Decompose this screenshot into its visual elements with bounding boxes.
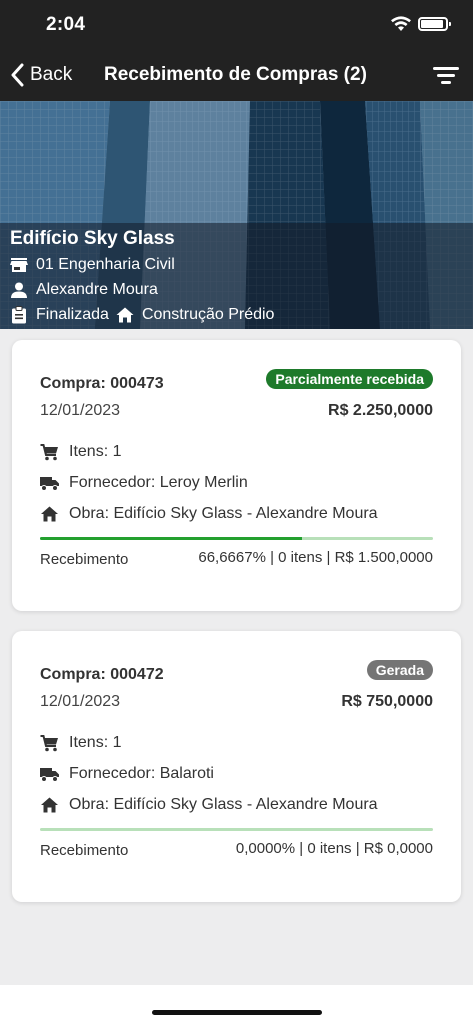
status-badge: Gerada: [366, 660, 433, 680]
receipt-value: 66,6667% | 0 itens | R$ 1.500,0000: [198, 549, 433, 566]
store-icon: [10, 258, 28, 272]
items-count: Itens: 1: [69, 734, 122, 751]
site-name: Obra: Edifício Sky Glass - Alexandre Mou…: [69, 505, 378, 522]
order-date: 12/01/2023: [40, 693, 121, 710]
order-date: 12/01/2023: [40, 402, 121, 419]
site-name: Obra: Edifício Sky Glass - Alexandre Mou…: [69, 796, 378, 813]
project-status: Finalizada: [36, 306, 109, 323]
status-bar: 2:04: [0, 0, 473, 50]
home-icon: [116, 307, 134, 323]
status-row: Finalizada Construção Prédio: [10, 306, 274, 324]
supplier-row: Fornecedor: Balaroti: [40, 765, 214, 783]
project-name: Edifício Sky Glass: [10, 228, 175, 249]
truck-icon: [40, 767, 59, 782]
order-amount: R$ 2.250,0000: [328, 402, 433, 419]
receipt-label: Recebimento: [40, 551, 129, 568]
bottom-bar: [0, 985, 473, 1024]
items-row: Itens: 1: [40, 734, 121, 752]
navigation-bar: Back Recebimento de Compras (2): [0, 50, 473, 101]
company-row: 01 Engenharia Civil: [10, 256, 175, 274]
supplier-row: Fornecedor: Leroy Merlin: [40, 474, 248, 492]
cart-icon: [40, 443, 58, 460]
site-row: Obra: Edifício Sky Glass - Alexandre Mou…: [40, 796, 378, 814]
project-category: Construção Prédio: [141, 306, 275, 323]
receipt-progress-bar: [40, 828, 433, 831]
home-indicator[interactable]: [152, 1010, 322, 1015]
items-row: Itens: 1: [40, 443, 121, 461]
home-icon: [41, 797, 58, 813]
filter-icon[interactable]: [433, 67, 459, 85]
back-label: Back: [30, 64, 73, 85]
order-amount: R$ 750,0000: [341, 693, 433, 710]
battery-icon: [418, 17, 451, 31]
truck-icon: [40, 476, 59, 491]
cart-icon: [40, 734, 58, 751]
receipt-progress-fill: [40, 537, 302, 540]
home-icon: [41, 506, 58, 522]
receipt-value: 0,0000% | 0 itens | R$ 0,0000: [235, 840, 433, 857]
items-count: Itens: 1: [69, 443, 122, 460]
order-card[interactable]: Compra: 000472 Gerada 12/01/2023 R$ 750,…: [12, 631, 461, 902]
chevron-left-icon: [11, 63, 24, 87]
company-name: 01 Engenharia Civil: [36, 256, 175, 273]
wifi-icon: [391, 16, 411, 31]
receipt-label: Recebimento: [40, 842, 129, 859]
back-button[interactable]: Back: [10, 63, 72, 87]
supplier-name: Fornecedor: Leroy Merlin: [69, 474, 248, 491]
status-badge: Parcialmente recebida: [266, 369, 433, 389]
supplier-name: Fornecedor: Balaroti: [69, 765, 214, 782]
person-name: Alexandre Moura: [36, 281, 158, 298]
site-row: Obra: Edifício Sky Glass - Alexandre Mou…: [40, 505, 378, 523]
order-code: Compra: 000473: [40, 375, 164, 392]
receipt-progress-bar: [40, 537, 433, 540]
page-title: Recebimento de Compras (2): [104, 64, 367, 85]
person-icon: [11, 282, 27, 298]
order-card[interactable]: Compra: 000473 Parcialmente recebida 12/…: [12, 340, 461, 611]
project-banner: Edifício Sky Glass 01 Engenharia Civil A…: [0, 101, 473, 329]
person-row: Alexandre Moura: [10, 281, 158, 299]
status-time: 2:04: [46, 14, 86, 35]
clipboard-icon: [12, 306, 26, 324]
order-code: Compra: 000472: [40, 666, 164, 683]
